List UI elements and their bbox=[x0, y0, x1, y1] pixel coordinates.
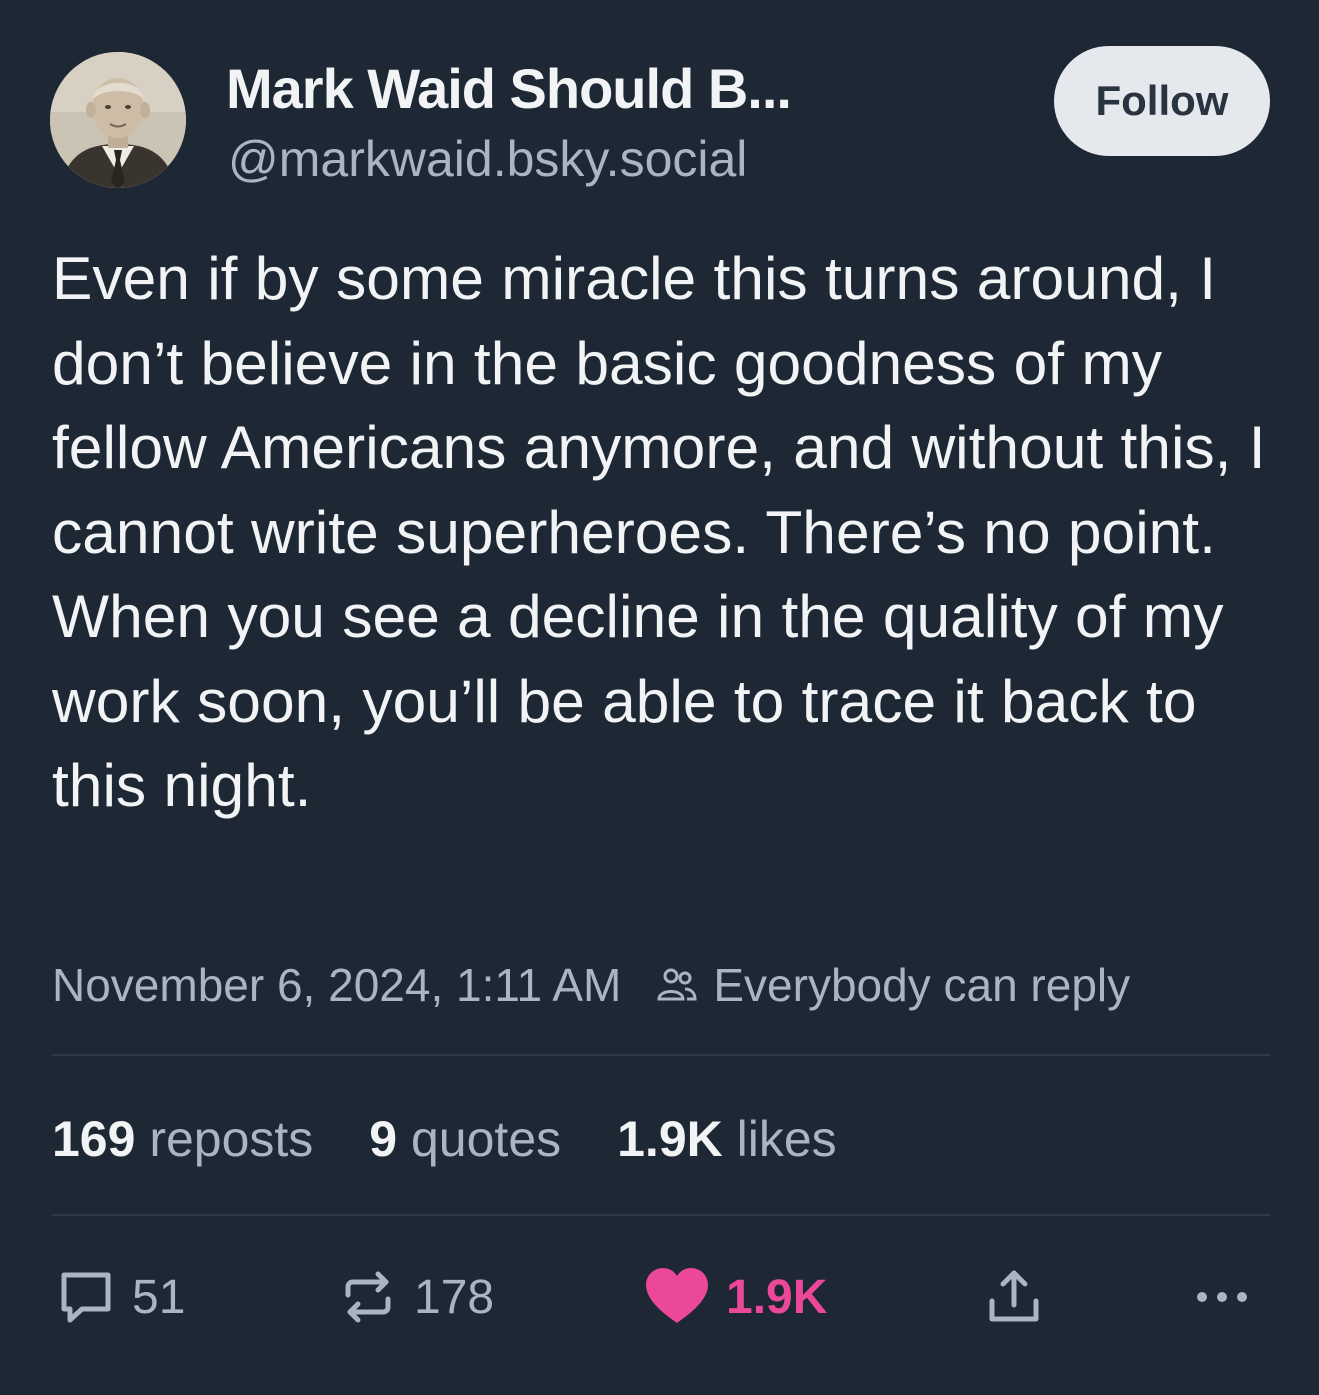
likes-stat[interactable]: 1.9K likes bbox=[617, 1110, 837, 1168]
post-meta: November 6, 2024, 1:11 AM Everybody can … bbox=[52, 958, 1130, 1012]
people-icon bbox=[655, 963, 699, 1007]
divider bbox=[52, 1214, 1270, 1216]
quotes-label: quotes bbox=[397, 1111, 562, 1167]
author-handle[interactable]: @markwaid.bsky.social bbox=[228, 130, 747, 188]
quotes-stat[interactable]: 9 quotes bbox=[369, 1110, 561, 1168]
divider bbox=[52, 1054, 1270, 1056]
likes-label: likes bbox=[722, 1111, 837, 1167]
repost-button[interactable]: 178 bbox=[336, 1262, 494, 1332]
post-timestamp[interactable]: November 6, 2024, 1:11 AM bbox=[52, 958, 621, 1012]
post-view: Mark Waid Should B... @markwaid.bsky.soc… bbox=[0, 0, 1319, 1395]
likes-count: 1.9K bbox=[617, 1111, 723, 1167]
repost-arrows-icon bbox=[336, 1265, 400, 1329]
like-count: 1.9K bbox=[726, 1270, 828, 1324]
reply-button[interactable]: 51 bbox=[54, 1262, 185, 1332]
post-text: Even if by some miracle this turns aroun… bbox=[52, 244, 1266, 819]
action-bar: 51 178 1.9K bbox=[52, 1262, 1252, 1332]
avatar[interactable] bbox=[50, 52, 186, 188]
quotes-count: 9 bbox=[369, 1111, 398, 1167]
reposts-stat[interactable]: 169 reposts bbox=[52, 1110, 313, 1168]
share-button[interactable] bbox=[982, 1262, 1046, 1332]
reposts-count: 169 bbox=[52, 1111, 136, 1167]
speech-bubble-icon bbox=[54, 1265, 118, 1329]
reposts-label: reposts bbox=[135, 1111, 314, 1167]
like-button[interactable]: 1.9K bbox=[642, 1262, 827, 1332]
repost-count: 178 bbox=[414, 1270, 495, 1324]
post-header: Mark Waid Should B... @markwaid.bsky.soc… bbox=[50, 46, 1270, 190]
reply-setting-label[interactable]: Everybody can reply bbox=[713, 958, 1130, 1012]
author-display-name[interactable]: Mark Waid Should B... bbox=[226, 56, 792, 121]
avatar-photo bbox=[50, 52, 186, 188]
engagement-stats: 169 reposts 9 quotes 1.9K likes bbox=[52, 1110, 893, 1168]
reply-count: 51 bbox=[132, 1270, 186, 1324]
follow-button[interactable]: Follow bbox=[1054, 46, 1270, 156]
more-options-button[interactable] bbox=[1190, 1262, 1254, 1332]
share-icon bbox=[982, 1265, 1046, 1329]
heart-icon bbox=[642, 1265, 712, 1329]
ellipsis-icon bbox=[1190, 1265, 1254, 1329]
